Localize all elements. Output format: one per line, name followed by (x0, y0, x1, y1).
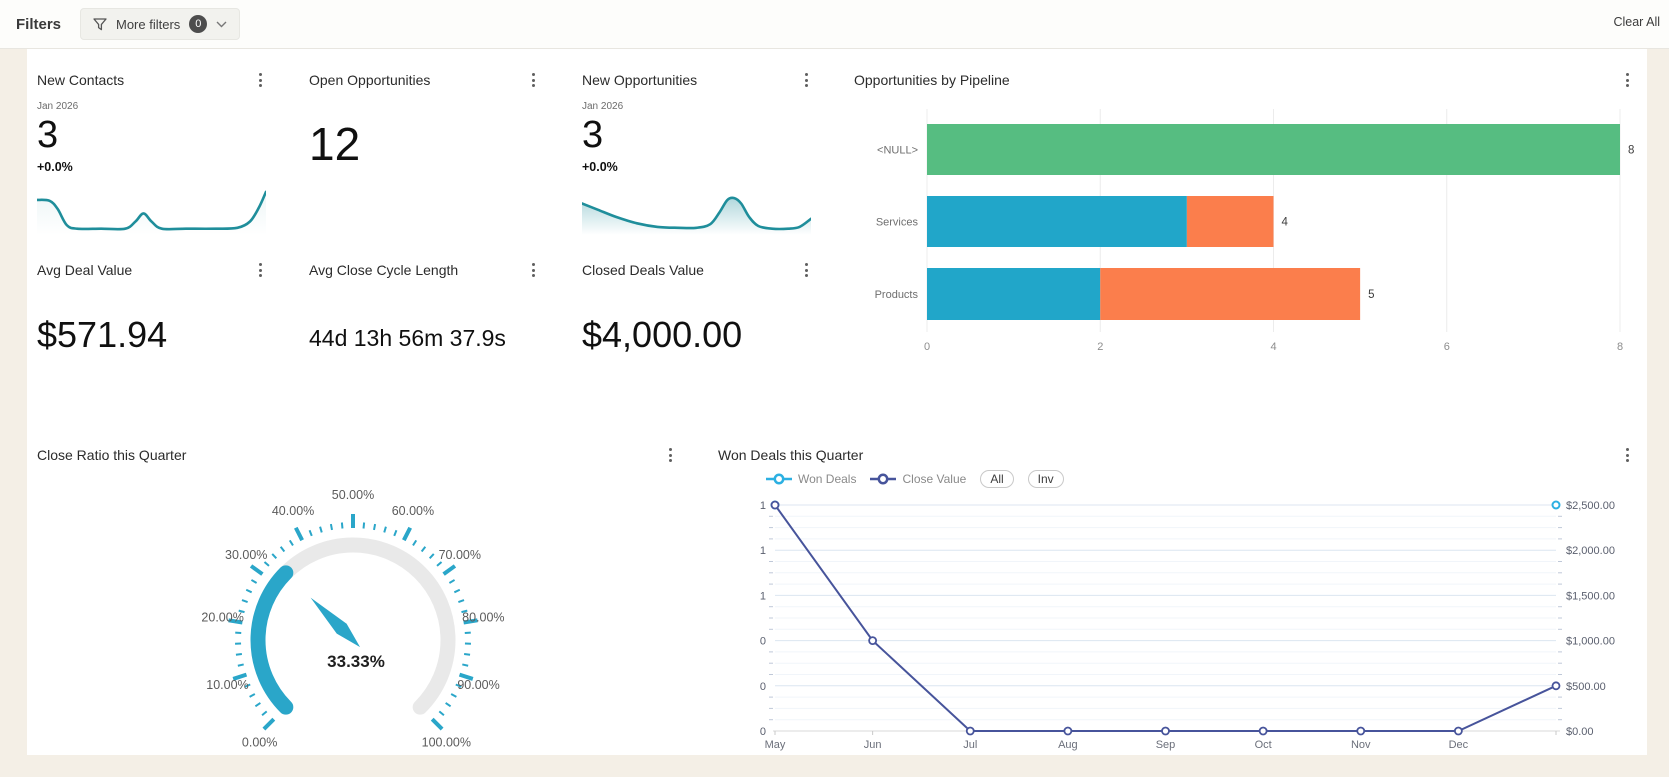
kebab-menu-button[interactable] (799, 71, 813, 89)
kebab-menu-button[interactable] (799, 261, 813, 279)
kpi-value: $571.94 (37, 315, 167, 355)
svg-text:0: 0 (760, 636, 766, 648)
filters-title: Filters (16, 16, 61, 33)
chevron-down-icon (216, 21, 227, 28)
svg-text:5: 5 (1368, 289, 1374, 301)
svg-text:4: 4 (1270, 341, 1276, 353)
svg-text:2: 2 (1097, 341, 1103, 353)
card-title: Opportunities by Pipeline (854, 72, 1010, 88)
svg-text:60.00%: 60.00% (392, 504, 434, 518)
card-close-ratio: Close Ratio this Quarter 0.00%10.00%20.0… (37, 445, 687, 751)
card-new-opportunities: New Opportunities Jan 2026 3 +0.0% (582, 58, 832, 243)
more-filters-label: More filters (116, 17, 180, 32)
svg-text:50.00%: 50.00% (332, 488, 374, 502)
card-title: New Opportunities (582, 72, 697, 88)
svg-text:8: 8 (1628, 145, 1634, 157)
svg-text:May: May (765, 739, 786, 751)
card-new-contacts: New Contacts Jan 2026 3 +0.0% (37, 58, 287, 243)
svg-text:0.00%: 0.00% (242, 736, 277, 750)
dashboard-canvas: New Contacts Jan 2026 3 +0.0% Open Oppor… (27, 49, 1647, 755)
svg-text:Dec: Dec (1449, 739, 1469, 751)
filter-count-badge: 0 (189, 15, 207, 33)
svg-text:$2,500.00: $2,500.00 (1566, 500, 1615, 512)
svg-text:Products: Products (875, 289, 919, 301)
kpi-value: 12 (309, 120, 360, 168)
kebab-menu-button[interactable] (526, 261, 540, 279)
svg-text:20.00%: 20.00% (201, 610, 243, 624)
legend-label: Won Deals (798, 472, 856, 486)
kpi-value: $4,000.00 (582, 315, 742, 355)
kpi-delta: +0.0% (582, 160, 618, 174)
svg-text:Sep: Sep (1156, 739, 1176, 751)
svg-text:90.00%: 90.00% (457, 678, 499, 692)
card-closed-deals-value: Closed Deals Value $4,000.00 (582, 253, 832, 383)
close-ratio-gauge-chart[interactable]: 0.00% 10.00% 20.00% 30.00% 40.00% 50.00% 60.00… (143, 449, 623, 755)
kpi-period: Jan 2026 (37, 101, 78, 112)
svg-text:Jun: Jun (864, 739, 882, 751)
card-opportunities-by-pipeline: Opportunities by Pipeline 0 2 4 6 8 8 <NULL> 4 S… (854, 58, 1647, 388)
svg-text:$500.00: $500.00 (1566, 681, 1606, 693)
card-open-opportunities: Open Opportunities 12 (309, 58, 559, 243)
card-title: Avg Close Cycle Length (309, 262, 458, 278)
svg-text:6: 6 (1444, 341, 1450, 353)
pipeline-bar-chart[interactable]: 0 2 4 6 8 8 <NULL> 4 Services 5 Products (847, 100, 1647, 355)
kpi-value: 44d 13h 56m 37.9s (309, 323, 506, 353)
svg-text:30.00%: 30.00% (225, 548, 267, 562)
legend-marker-icon (870, 473, 896, 485)
legend-label: Close Value (902, 472, 966, 486)
svg-text:Oct: Oct (1255, 739, 1272, 751)
filter-funnel-icon (93, 18, 107, 31)
kebab-menu-button[interactable] (1620, 446, 1634, 464)
kebab-menu-button[interactable] (526, 71, 540, 89)
kebab-menu-button[interactable] (253, 261, 267, 279)
svg-text:$0.00: $0.00 (1566, 726, 1594, 738)
card-won-deals: Won Deals this Quarter Won Deals Close Va… (718, 445, 1647, 751)
svg-text:Nov: Nov (1351, 739, 1371, 751)
svg-text:1: 1 (760, 545, 766, 557)
svg-text:0: 0 (760, 726, 766, 738)
clear-all-link[interactable]: Clear All (1613, 15, 1660, 29)
svg-text:33.33%: 33.33% (327, 652, 385, 671)
svg-text:40.00%: 40.00% (272, 504, 314, 518)
kebab-menu-button[interactable] (663, 446, 677, 464)
kpi-value: 3 (582, 114, 603, 156)
svg-text:70.00%: 70.00% (439, 548, 481, 562)
filter-bar: Filters More filters 0 Clear All (0, 0, 1669, 49)
svg-text:0: 0 (924, 341, 930, 353)
card-title: New Contacts (37, 72, 124, 88)
svg-text:0: 0 (760, 681, 766, 693)
svg-text:10.00%: 10.00% (206, 678, 248, 692)
svg-text:$1,500.00: $1,500.00 (1566, 590, 1615, 602)
svg-text:1: 1 (760, 500, 766, 512)
svg-text:1: 1 (760, 590, 766, 602)
card-title: Avg Deal Value (37, 262, 132, 278)
svg-text:Jul: Jul (963, 739, 977, 751)
kebab-menu-button[interactable] (1620, 71, 1634, 89)
card-title: Closed Deals Value (582, 262, 704, 278)
legend-marker-icon (766, 473, 792, 485)
sparkline-chart (37, 190, 266, 235)
svg-text:$1,000.00: $1,000.00 (1566, 636, 1615, 648)
card-avg-deal-value: Avg Deal Value $571.94 (37, 253, 287, 383)
svg-text:4: 4 (1282, 217, 1289, 229)
svg-text:80.00%: 80.00% (462, 610, 504, 624)
svg-text:Aug: Aug (1058, 739, 1078, 751)
card-title: Won Deals this Quarter (718, 447, 863, 463)
svg-text:$2,000.00: $2,000.00 (1566, 545, 1615, 557)
kpi-value: 3 (37, 114, 58, 156)
kpi-delta: +0.0% (37, 160, 73, 174)
svg-text:100.00%: 100.00% (422, 736, 471, 750)
kpi-period: Jan 2026 (582, 101, 623, 112)
svg-text:8: 8 (1617, 341, 1623, 353)
won-deals-line-chart[interactable]: 1 $2,500.00 1 $2,000.00 1 $1,500.00 0 $1,000.00… (722, 485, 1647, 755)
sparkline-chart (582, 190, 811, 235)
legend-item-won-deals[interactable]: Won Deals (766, 472, 856, 486)
card-title: Open Opportunities (309, 72, 430, 88)
more-filters-button[interactable]: More filters 0 (80, 8, 240, 40)
legend-item-close-value[interactable]: Close Value (870, 472, 966, 486)
card-avg-close-cycle-length: Avg Close Cycle Length 44d 13h 56m 37.9s (309, 253, 559, 383)
kebab-menu-button[interactable] (253, 71, 267, 89)
svg-text:<NULL>: <NULL> (877, 145, 918, 157)
svg-text:Services: Services (876, 217, 919, 229)
